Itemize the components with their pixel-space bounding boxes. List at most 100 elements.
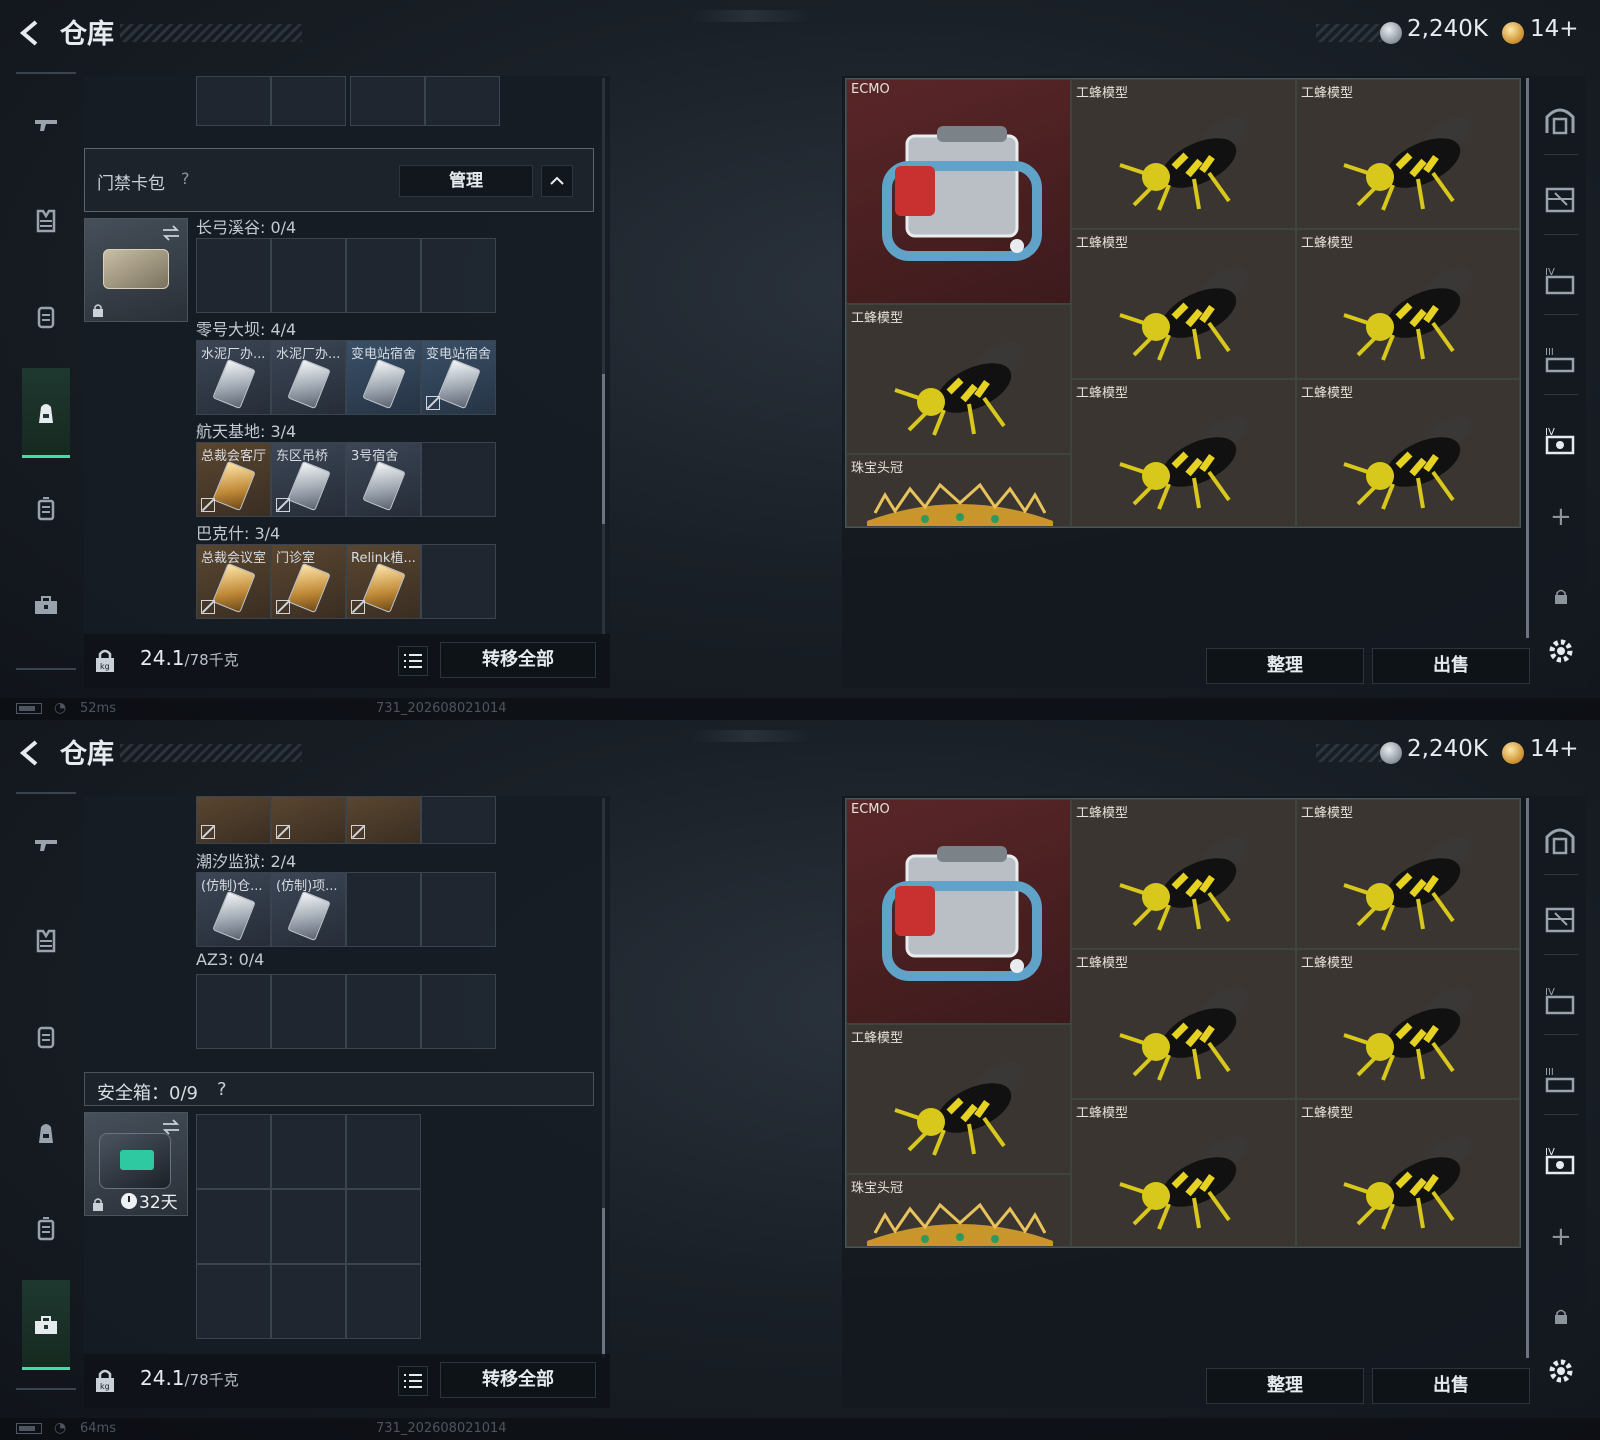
item-jewel-crown[interactable]: 珠宝头冠 xyxy=(846,1174,1071,1247)
storage-page-5[interactable]: IV xyxy=(1540,420,1580,460)
nav-item-toolbox[interactable] xyxy=(22,560,70,650)
help-icon[interactable]: ? xyxy=(181,169,190,188)
keycard-slot[interactable]: 变电站宿舍 xyxy=(346,340,421,415)
empty-slot[interactable] xyxy=(421,974,496,1049)
nav-item-armor[interactable] xyxy=(22,176,70,266)
item-worker-bee-model[interactable]: 工蜂模型 xyxy=(1071,379,1296,527)
safebox-slot[interactable] xyxy=(346,1114,421,1189)
keycard-slot[interactable]: 3号宿舍 xyxy=(346,442,421,517)
sell-button[interactable]: 出售 xyxy=(1372,1368,1530,1404)
storage-page-2[interactable] xyxy=(1540,900,1580,940)
list-view-button[interactable] xyxy=(398,1366,428,1396)
nav-item-vest[interactable] xyxy=(22,272,70,362)
safebox-slot[interactable] xyxy=(196,1189,271,1264)
nav-item-backpack[interactable] xyxy=(22,1088,70,1178)
item-worker-bee-model[interactable]: 工蜂模型 xyxy=(846,1024,1071,1174)
safebox-slot[interactable] xyxy=(271,1264,346,1339)
empty-slot[interactable] xyxy=(196,974,271,1049)
item-ecmo[interactable]: ECMO xyxy=(846,79,1071,304)
swap-icon[interactable] xyxy=(161,225,181,241)
help-icon[interactable]: ? xyxy=(217,1079,227,1100)
keycard-slot[interactable]: 水泥厂办... xyxy=(271,340,346,415)
keycard-slot[interactable]: (仿制)项... xyxy=(271,872,346,947)
gold-amount[interactable]: 14+ xyxy=(1530,736,1579,762)
sort-button[interactable]: 整理 xyxy=(1206,648,1364,684)
empty-slot[interactable] xyxy=(271,76,346,126)
keycard-slot[interactable] xyxy=(196,796,271,844)
backpack-scroll-area[interactable]: 潮汐监狱: 2/4 (仿制)仓... (仿制)项... AZ3: 0/4 安全箱… xyxy=(84,796,610,1352)
empty-slot[interactable] xyxy=(421,872,496,947)
item-worker-bee-model[interactable]: 工蜂模型 xyxy=(1071,229,1296,379)
empty-slot[interactable] xyxy=(421,442,496,517)
safebox-slot[interactable] xyxy=(196,1264,271,1339)
storage-page-4[interactable]: III xyxy=(1540,1060,1580,1100)
gold-amount[interactable]: 14+ xyxy=(1530,16,1579,42)
back-arrow-icon[interactable] xyxy=(16,738,46,768)
backpack-scroll-area[interactable]: 门禁卡包 ? 管理 长弓溪谷: 0/4 零号大坝: 4/4 水泥厂办... 水泥… xyxy=(84,76,610,632)
storage-page-1[interactable] xyxy=(1540,100,1580,140)
empty-slot[interactable] xyxy=(196,238,271,313)
item-worker-bee-model[interactable]: 工蜂模型 xyxy=(1071,799,1296,949)
item-worker-bee-model[interactable]: 工蜂模型 xyxy=(1071,1099,1296,1247)
swap-icon[interactable] xyxy=(161,1119,181,1135)
keycard-slot[interactable]: 水泥厂办... xyxy=(196,340,271,415)
storage-page-3[interactable]: IV xyxy=(1540,260,1580,300)
sell-button[interactable]: 出售 xyxy=(1372,648,1530,684)
item-worker-bee-model[interactable]: 工蜂模型 xyxy=(1296,1099,1520,1247)
keycard-slot[interactable] xyxy=(271,796,346,844)
scroll-thumb[interactable] xyxy=(602,374,605,524)
item-worker-bee-model[interactable]: 工蜂模型 xyxy=(1296,229,1520,379)
empty-slot[interactable] xyxy=(196,76,271,126)
empty-slot[interactable] xyxy=(346,238,421,313)
empty-slot[interactable] xyxy=(346,974,421,1049)
storage-scrollbar[interactable] xyxy=(1526,798,1529,1358)
nav-item-backpack[interactable] xyxy=(22,368,70,458)
empty-slot[interactable] xyxy=(271,238,346,313)
nav-item-toolbox[interactable] xyxy=(22,1280,70,1370)
backpack-scrollbar[interactable] xyxy=(602,798,605,1358)
empty-slot[interactable] xyxy=(421,796,496,844)
gear-icon[interactable] xyxy=(1546,636,1576,666)
safebox-slot[interactable] xyxy=(196,1114,271,1189)
manage-button[interactable]: 管理 xyxy=(399,165,533,197)
keycard-slot[interactable]: 门诊室 xyxy=(271,544,346,619)
item-worker-bee-model[interactable]: 工蜂模型 xyxy=(1296,799,1520,949)
item-ecmo[interactable]: ECMO xyxy=(846,799,1071,1024)
empty-slot[interactable] xyxy=(350,76,425,126)
keycard-slot[interactable]: 东区吊桥 xyxy=(271,442,346,517)
gear-icon[interactable] xyxy=(1546,1356,1576,1386)
item-worker-bee-model[interactable]: 工蜂模型 xyxy=(1296,949,1520,1099)
keycard-slot[interactable]: 总裁会议室 xyxy=(196,544,271,619)
item-worker-bee-model[interactable]: 工蜂模型 xyxy=(1071,79,1296,229)
sort-button[interactable]: 整理 xyxy=(1206,1368,1364,1404)
empty-slot[interactable] xyxy=(425,76,500,126)
list-view-button[interactable] xyxy=(398,646,428,676)
back-arrow-icon[interactable] xyxy=(16,18,46,48)
storage-scrollbar[interactable] xyxy=(1526,78,1529,638)
safebox-slot[interactable] xyxy=(346,1189,421,1264)
keycard-slot[interactable]: 总裁会客厅 xyxy=(196,442,271,517)
nav-item-case[interactable] xyxy=(22,464,70,554)
transfer-all-button[interactable]: 转移全部 xyxy=(440,1362,596,1398)
nav-item-weapons[interactable] xyxy=(22,80,70,170)
lock-icon[interactable] xyxy=(1554,1308,1568,1324)
add-page-button[interactable]: + xyxy=(1550,1222,1572,1252)
safebox-item[interactable]: 32天 xyxy=(84,1112,188,1216)
safebox-slot[interactable] xyxy=(271,1114,346,1189)
safebox-slot[interactable] xyxy=(346,1264,421,1339)
keycard-slot[interactable]: 变电站宿舍 xyxy=(421,340,496,415)
storage-page-1[interactable] xyxy=(1540,820,1580,860)
storage-page-2[interactable] xyxy=(1540,180,1580,220)
keycard-wallet-item[interactable] xyxy=(84,218,188,322)
storage-page-3[interactable]: IV xyxy=(1540,980,1580,1020)
nav-item-weapons[interactable] xyxy=(22,800,70,890)
item-worker-bee-model[interactable]: 工蜂模型 xyxy=(846,304,1071,454)
nav-item-armor[interactable] xyxy=(22,896,70,986)
add-page-button[interactable]: + xyxy=(1550,502,1572,532)
empty-slot[interactable] xyxy=(271,974,346,1049)
scroll-thumb[interactable] xyxy=(602,1208,605,1358)
nav-item-vest[interactable] xyxy=(22,992,70,1082)
transfer-all-button[interactable]: 转移全部 xyxy=(440,642,596,678)
item-worker-bee-model[interactable]: 工蜂模型 xyxy=(1296,79,1520,229)
item-worker-bee-model[interactable]: 工蜂模型 xyxy=(1296,379,1520,527)
